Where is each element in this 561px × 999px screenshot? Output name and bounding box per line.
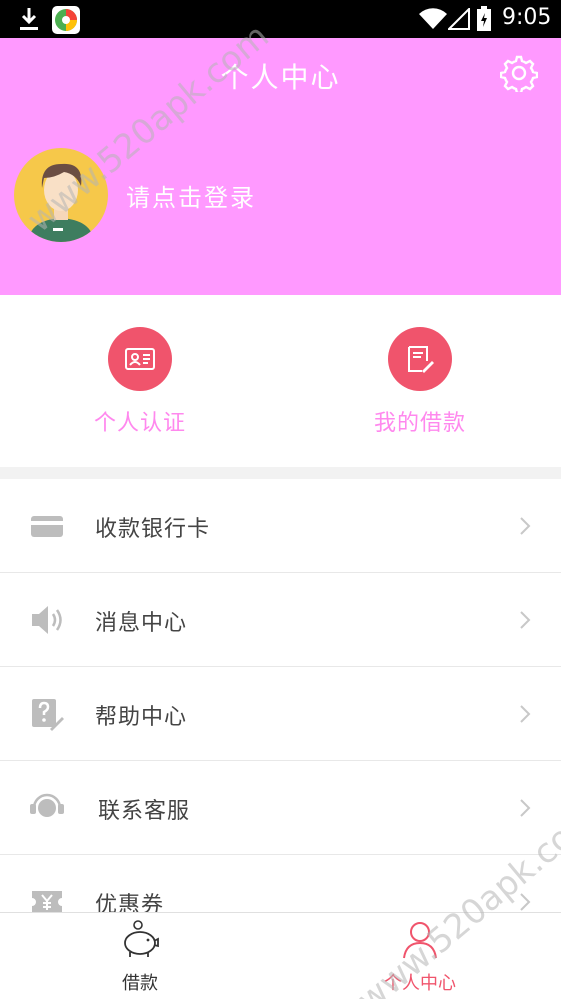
- piggy-bank-icon: [124, 920, 159, 957]
- menu-list: 收款银行卡 消息中心 帮助中心 联系客服 优惠券: [0, 479, 561, 949]
- help-icon: [32, 699, 64, 731]
- tab-loan[interactable]: 借款: [70, 913, 210, 999]
- quick-action-circle: [388, 327, 452, 391]
- headset-icon: [30, 793, 64, 817]
- gear-icon[interactable]: [500, 54, 538, 92]
- menu-item-label: 收款银行卡: [95, 517, 211, 542]
- quick-action-label: 我的借款: [373, 411, 466, 436]
- chevron-right-icon: [520, 893, 531, 911]
- cell-signal-icon: [448, 8, 470, 30]
- quick-action-my-loans[interactable]: 我的借款: [340, 327, 500, 447]
- download-icon: [20, 8, 38, 30]
- bottom-tab-bar: 借款 个人中心: [0, 912, 561, 999]
- menu-item-help[interactable]: 帮助中心: [0, 667, 561, 761]
- menu-item-messages[interactable]: 消息中心: [0, 573, 561, 667]
- tab-label: 借款: [122, 973, 158, 994]
- menu-item-label: 联系客服: [98, 799, 191, 824]
- speaker-icon: [32, 606, 62, 634]
- profile-header: 个人中心 请点击登录: [0, 38, 561, 295]
- quick-action-circle: [108, 327, 172, 391]
- chevron-right-icon: [520, 611, 531, 629]
- chevron-right-icon: [520, 705, 531, 723]
- section-divider: [0, 467, 561, 479]
- quick-actions: 个人认证 我的借款: [0, 295, 561, 467]
- wifi-icon: [419, 8, 447, 29]
- status-time: 9:05: [502, 5, 552, 30]
- battery-icon: [477, 6, 491, 31]
- id-card-icon: [125, 348, 155, 370]
- menu-item-label: 消息中心: [95, 611, 188, 636]
- menu-item-bank-card[interactable]: 收款银行卡: [0, 479, 561, 573]
- chevron-right-icon: [520, 799, 531, 817]
- quick-action-verification[interactable]: 个人认证: [60, 327, 220, 447]
- tab-profile[interactable]: 个人中心: [350, 913, 490, 999]
- person-icon: [403, 922, 437, 959]
- tab-label: 个人中心: [384, 973, 456, 994]
- status-bar: 9:05: [0, 0, 561, 38]
- menu-item-customer-service[interactable]: 联系客服: [0, 761, 561, 855]
- menu-item-label: 帮助中心: [95, 705, 188, 730]
- avatar[interactable]: [14, 148, 108, 242]
- bank-card-icon: [31, 516, 63, 537]
- login-prompt[interactable]: 请点击登录: [126, 178, 256, 213]
- chevron-right-icon: [520, 517, 531, 535]
- quick-action-label: 个人认证: [93, 411, 186, 436]
- app-notification-icon: [52, 6, 80, 34]
- page-title: 个人中心: [220, 61, 341, 94]
- loan-document-icon: [408, 346, 434, 373]
